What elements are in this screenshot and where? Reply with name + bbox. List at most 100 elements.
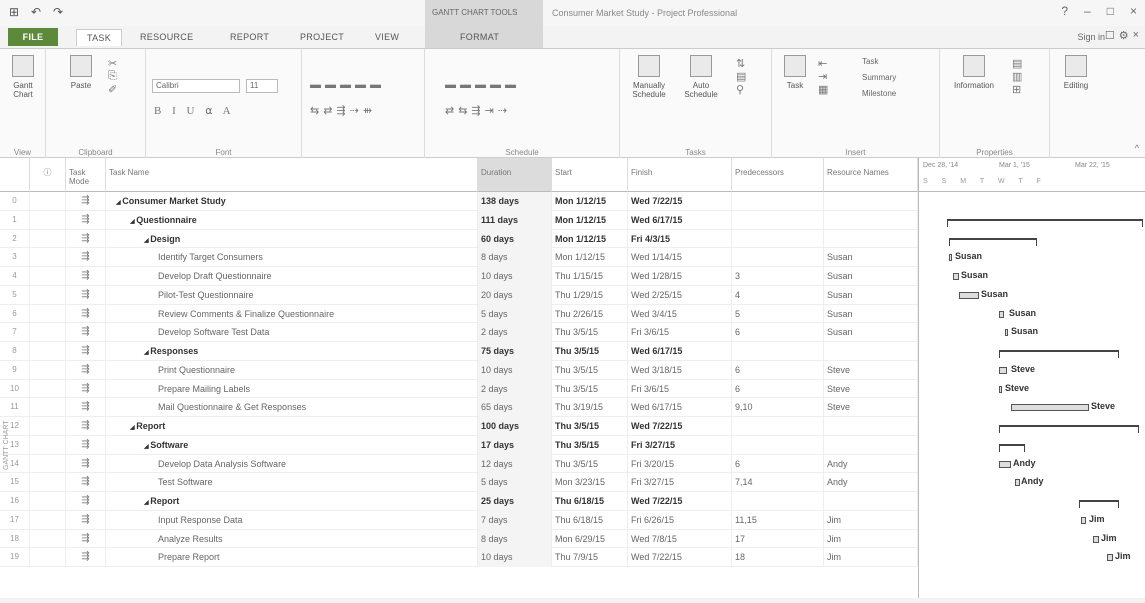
task-finish[interactable]: Fri 6/26/15 xyxy=(628,510,732,530)
header-id[interactable] xyxy=(0,158,30,192)
table-row[interactable]: 6 ⇶ Review Comments & Finalize Questionnai… xyxy=(0,304,918,324)
task-finish[interactable]: Fri 3/20/15 xyxy=(628,454,732,474)
task-duration[interactable]: 5 days xyxy=(478,304,552,324)
task-name[interactable]: Test Software xyxy=(106,473,478,492)
close-icon[interactable]: × xyxy=(1130,4,1137,18)
editing-button[interactable]: Editing xyxy=(1056,55,1096,90)
task-name[interactable]: Input Response Data xyxy=(106,510,478,530)
table-row[interactable]: 2 ⇶ ◢ Design 60 days Mon 1/12/15 Fri 4/3/15 xyxy=(0,229,918,249)
gantt-task-bar[interactable] xyxy=(959,291,979,299)
undo-icon[interactable]: ↶ xyxy=(28,5,44,19)
task-predecessors[interactable] xyxy=(732,248,824,267)
tab-format[interactable]: FORMAT xyxy=(460,32,499,42)
insert-small-icons[interactable]: ⇤ ⇥ ▦ xyxy=(818,57,832,96)
auto-schedule-button[interactable]: Auto Schedule xyxy=(676,55,726,99)
task-predecessors[interactable]: 5 xyxy=(732,304,824,324)
task-resources[interactable]: Susan xyxy=(824,248,918,267)
task-name[interactable]: Develop Data Analysis Software xyxy=(106,454,478,474)
table-row[interactable]: 4 ⇶ Develop Draft Questionnaire 10 days Thu … xyxy=(0,267,918,286)
tab-view[interactable]: VIEW xyxy=(375,32,399,42)
task-start[interactable]: Mon 1/12/15 xyxy=(552,192,628,211)
table-row[interactable]: 13 ⇶ ◢ Software 17 days Thu 3/5/15 Fri 3/27/1… xyxy=(0,435,918,455)
gantt-task-bar[interactable] xyxy=(949,254,952,262)
task-start[interactable]: Thu 6/18/15 xyxy=(552,492,628,511)
task-predecessors[interactable] xyxy=(732,210,824,230)
table-row[interactable]: 16 ⇶ ◢ Report 25 days Thu 6/18/15 Wed 7/22/15 xyxy=(0,492,918,511)
table-row[interactable]: 18 ⇶ Analyze Results 8 days Mon 6/29/15 Wed 7… xyxy=(0,529,918,549)
font-name-select[interactable]: Calibri xyxy=(152,79,240,93)
maximize-icon[interactable]: □ xyxy=(1107,4,1114,18)
task-start[interactable]: Thu 3/5/15 xyxy=(552,435,628,455)
task-name[interactable]: Analyze Results xyxy=(106,529,478,549)
task-duration[interactable]: 12 days xyxy=(478,454,552,474)
task-resources[interactable]: Steve xyxy=(824,360,918,380)
paste-button[interactable]: Paste xyxy=(66,55,96,90)
task-finish[interactable]: Fri 3/6/15 xyxy=(628,323,732,342)
task-resources[interactable]: Susan xyxy=(824,323,918,342)
header-duration[interactable]: Duration xyxy=(478,158,552,192)
header-task-name[interactable]: Task Name xyxy=(106,158,478,192)
task-resources[interactable] xyxy=(824,435,918,455)
gantt-chart-button[interactable]: Gantt Chart xyxy=(6,55,40,99)
gantt-summary-bar[interactable] xyxy=(1079,500,1119,508)
task-resources[interactable]: Jim xyxy=(824,529,918,549)
gantt-task-bar[interactable] xyxy=(999,366,1007,374)
task-finish[interactable]: Wed 3/18/15 xyxy=(628,360,732,380)
table-row[interactable]: 12 ⇶ ◢ Report 100 days Thu 3/5/15 Wed 7/22/15 xyxy=(0,417,918,436)
task-finish[interactable]: Wed 6/17/15 xyxy=(628,342,732,361)
task-name[interactable]: ◢ Design xyxy=(106,229,478,249)
task-duration[interactable]: 75 days xyxy=(478,342,552,361)
task-resources[interactable]: Jim xyxy=(824,548,918,567)
task-predecessors[interactable]: 6 xyxy=(732,454,824,474)
gantt-task-bar[interactable] xyxy=(953,273,959,280)
gantt-task-bar[interactable] xyxy=(999,310,1004,318)
task-predecessors[interactable] xyxy=(732,417,824,436)
task-duration[interactable]: 2 days xyxy=(478,379,552,399)
link-icons[interactable]: ⇆⇄⇶⇢⇻ xyxy=(310,104,376,117)
table-row[interactable]: 8 ⇶ ◢ Responses 75 days Thu 3/5/15 Wed 6/17/1… xyxy=(0,342,918,361)
task-resources[interactable]: Susan xyxy=(824,285,918,305)
task-resources[interactable]: Andy xyxy=(824,454,918,474)
gantt-summary-bar[interactable] xyxy=(949,237,1037,246)
task-start[interactable]: Thu 3/19/15 xyxy=(552,398,628,417)
task-start[interactable]: Thu 2/26/15 xyxy=(552,304,628,324)
task-predecessors[interactable]: 9,10 xyxy=(732,398,824,417)
gantt-task-bar[interactable] xyxy=(1081,516,1086,524)
gantt-task-bar[interactable] xyxy=(1107,554,1113,562)
task-resources[interactable]: Andy xyxy=(824,473,918,492)
header-predecessors[interactable]: Predecessors xyxy=(732,158,824,192)
task-duration[interactable]: 60 days xyxy=(478,229,552,249)
cut-copy-icons[interactable]: ✂ ⎘ ✐ xyxy=(108,57,121,96)
task-tools-icons[interactable]: ⇅ ▤ ⚲ xyxy=(736,57,750,96)
insert-task-button[interactable]: Task xyxy=(862,57,878,66)
task-start[interactable]: Thu 3/5/15 xyxy=(552,417,628,436)
task-finish[interactable]: Wed 2/25/15 xyxy=(628,285,732,305)
progress-icons[interactable]: ▬▬▬▬▬ xyxy=(310,79,385,91)
task-finish[interactable]: Fri 3/6/15 xyxy=(628,379,732,399)
header-info[interactable]: ⓘ xyxy=(30,158,66,192)
task-duration[interactable]: 2 days xyxy=(478,323,552,342)
task-predecessors[interactable]: 6 xyxy=(732,379,824,399)
task-resources[interactable]: Steve xyxy=(824,379,918,399)
task-start[interactable]: Thu 3/5/15 xyxy=(552,342,628,361)
table-row[interactable]: 14 ⇶ Develop Data Analysis Software 12 days… xyxy=(0,454,918,474)
task-finish[interactable]: Wed 6/17/15 xyxy=(628,398,732,417)
task-resources[interactable] xyxy=(824,417,918,436)
table-row[interactable]: 15 ⇶ Test Software 5 days Mon 3/23/15 Fri 3/2… xyxy=(0,473,918,492)
task-resources[interactable]: Susan xyxy=(824,267,918,286)
task-name[interactable]: ◢ Questionnaire xyxy=(106,210,478,230)
gantt-task-bar[interactable] xyxy=(1015,479,1020,487)
task-predecessors[interactable] xyxy=(732,342,824,361)
properties-small-icons[interactable]: ▤ ▥ ⊞ xyxy=(1012,57,1026,96)
task-resources[interactable] xyxy=(824,210,918,230)
task-finish[interactable]: Wed 3/4/15 xyxy=(628,304,732,324)
task-resources[interactable] xyxy=(824,492,918,511)
manually-schedule-button[interactable]: Manually Schedule xyxy=(624,55,674,99)
task-start[interactable]: Mon 6/29/15 xyxy=(552,529,628,549)
table-row[interactable]: 3 ⇶ Identify Target Consumers 8 days Mon 1/1… xyxy=(0,248,918,267)
task-start[interactable]: Mon 1/12/15 xyxy=(552,248,628,267)
task-predecessors[interactable] xyxy=(732,192,824,211)
task-start[interactable]: Thu 3/5/15 xyxy=(552,323,628,342)
task-duration[interactable]: 10 days xyxy=(478,548,552,567)
task-predecessors[interactable]: 3 xyxy=(732,267,824,286)
